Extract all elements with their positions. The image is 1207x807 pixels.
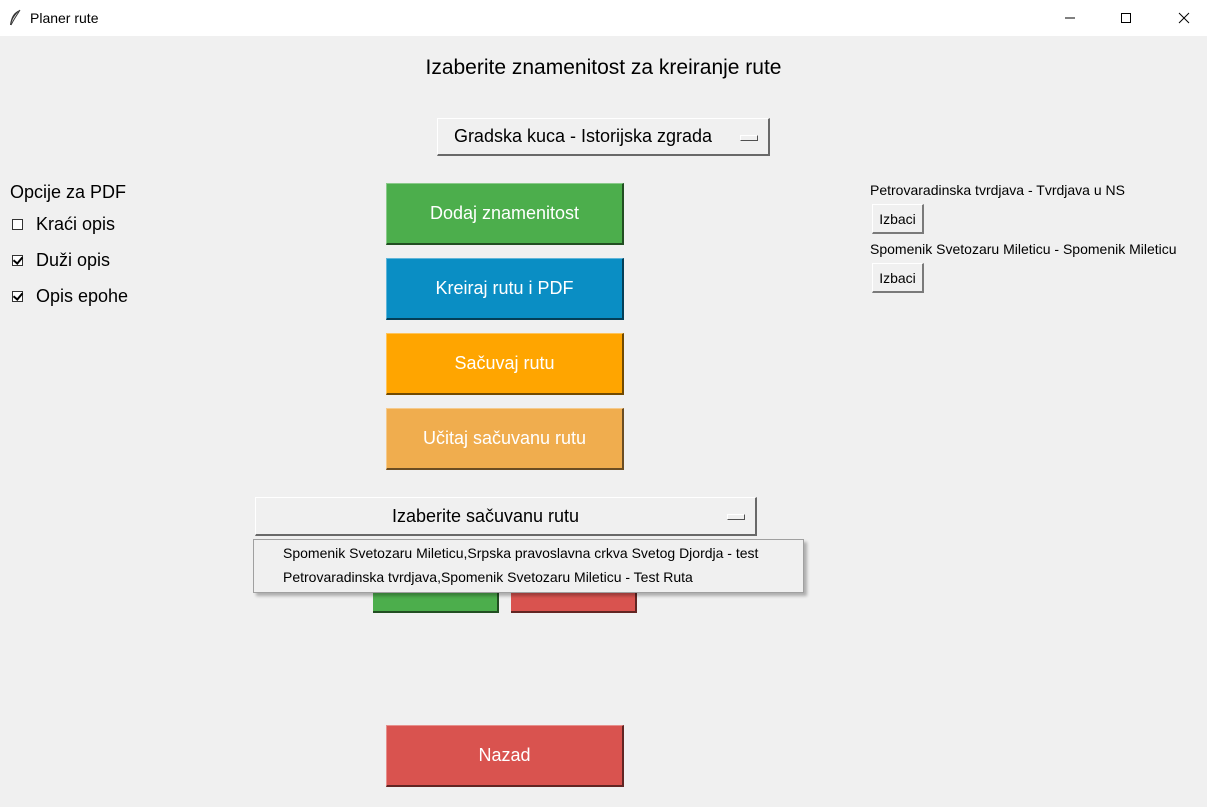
landmark-select-value: Gradska kuca - Istorijska zgrada <box>453 126 713 146</box>
load-saved-route-button[interactable]: Učitaj sačuvanu rutu <box>386 408 624 470</box>
save-route-button[interactable]: Sačuvaj rutu <box>386 333 624 395</box>
saved-route-dropdown-menu: Spomenik Svetozaru Mileticu,Srpska pravo… <box>253 539 804 593</box>
page-heading: Izaberite znamenitost za kreiranje rute <box>425 56 782 79</box>
add-landmark-button[interactable]: Dodaj znamenitost <box>386 183 624 245</box>
checkbox-checked-icon[interactable] <box>12 291 23 302</box>
checkbox-short-description[interactable]: Kraći opis <box>12 214 115 235</box>
checkbox-label: Kraći opis <box>36 214 116 234</box>
checkbox-label: Opis epohe <box>36 286 129 306</box>
back-button[interactable]: Nazad <box>386 725 624 787</box>
checkbox-checked-icon[interactable] <box>12 255 23 266</box>
close-icon <box>1178 12 1190 24</box>
saved-route-select-value: Izaberite sačuvanu rutu <box>391 505 580 526</box>
remove-route-item-button[interactable]: Izbaci <box>872 263 924 293</box>
checkbox-long-description[interactable]: Duži opis <box>12 250 110 271</box>
route-item-name: Spomenik Svetozaru Mileticu - Spomenik M… <box>870 241 1177 257</box>
create-route-pdf-button[interactable]: Kreiraj rutu i PDF <box>386 258 624 320</box>
route-item-name: Petrovaradinska tvrdjava - Tvrdjava u NS <box>870 182 1125 198</box>
saved-route-select[interactable]: Izaberite sačuvanu rutu <box>255 497 757 536</box>
dropdown-indicator-icon <box>740 134 758 141</box>
dropdown-indicator-icon <box>727 514 745 520</box>
checkbox-epoch-description[interactable]: Opis epohe <box>12 286 128 307</box>
close-button[interactable] <box>1161 0 1207 36</box>
dropdown-option[interactable]: Spomenik Svetozaru Mileticu,Srpska pravo… <box>283 545 758 561</box>
window-title: Planer rute <box>30 10 99 26</box>
maximize-button[interactable] <box>1103 0 1149 36</box>
window-titlebar: Planer rute <box>0 0 1207 36</box>
checkbox-label: Duži opis <box>36 250 111 270</box>
maximize-icon <box>1121 13 1131 23</box>
landmark-select[interactable]: Gradska kuca - Istorijska zgrada <box>437 118 770 156</box>
remove-route-item-button[interactable]: Izbaci <box>872 204 924 234</box>
dropdown-option[interactable]: Petrovaradinska tvrdjava,Spomenik Svetoz… <box>283 569 693 585</box>
minimize-icon <box>1065 17 1075 19</box>
feather-icon <box>8 9 22 27</box>
minimize-button[interactable] <box>1047 0 1093 36</box>
checkbox-icon[interactable] <box>12 219 23 230</box>
pdf-options-label: Opcije za PDF <box>10 182 127 202</box>
